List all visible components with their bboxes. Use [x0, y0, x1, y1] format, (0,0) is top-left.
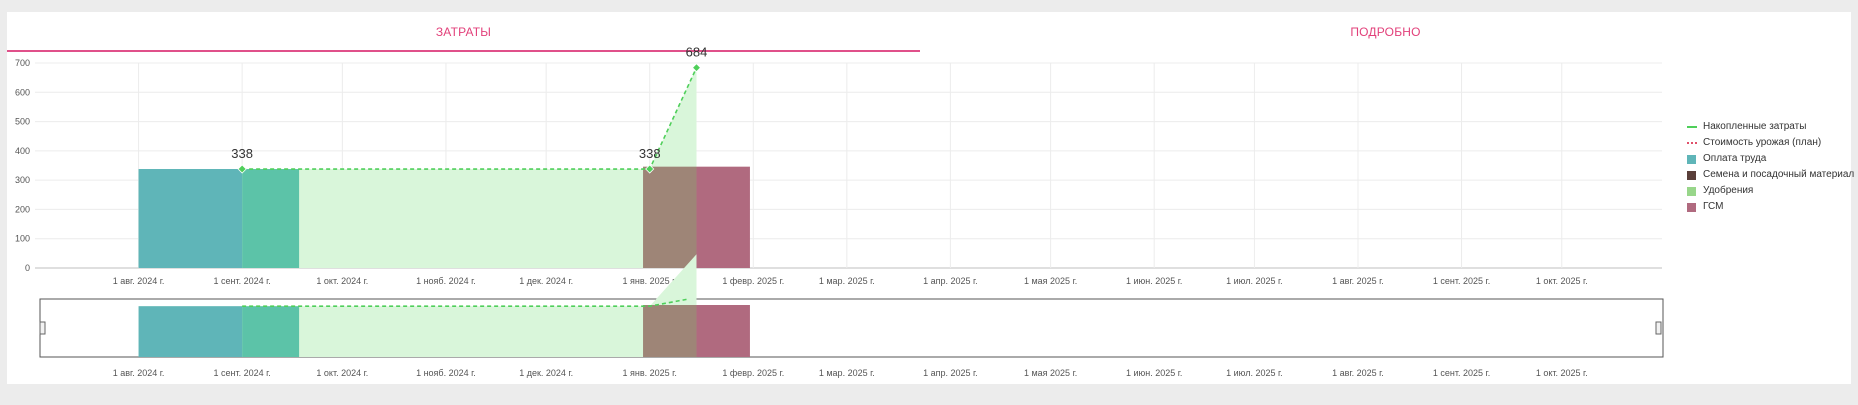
data-label: 338 [231, 146, 253, 161]
x-tick-label: 1 окт. 2025 г. [1536, 276, 1588, 286]
bar-labor-overlay [242, 169, 300, 268]
navigator-tick-label: 1 окт. 2024 г. [316, 368, 368, 378]
bar-seeds-overlay [643, 166, 697, 268]
navigator-right-handle[interactable] [1655, 321, 1662, 335]
y-tick-label: 700 [15, 58, 30, 68]
bar-fuel [696, 166, 750, 268]
navigator-left-handle[interactable] [39, 321, 46, 335]
navigator-tick-label: 1 нояб. 2024 г. [416, 368, 476, 378]
chart-panel: ЗАТРАТЫ ПОДРОБНО 0 100 200 300 400 500 600 700 1… [7, 12, 1854, 384]
y-tick-label: 100 [15, 234, 30, 244]
legend-label: Стоимость урожая (план) [1703, 137, 1822, 148]
legend-label: Накопленные затраты [1703, 121, 1807, 132]
y-tick-label: 500 [15, 117, 30, 127]
navigator-tick-label: 1 февр. 2025 г. [722, 368, 784, 378]
x-tick-label: 1 февр. 2025 г. [722, 276, 784, 286]
x-tick-label: 1 окт. 2024 г. [316, 276, 368, 286]
legend-swatch [1687, 187, 1696, 196]
legend-dotted-swatch [1687, 142, 1697, 144]
x-tick-label: 1 апр. 2025 г. [923, 276, 978, 286]
x-tick-label: 1 сент. 2024 г. [213, 276, 270, 286]
navigator-bar-labor [138, 306, 243, 357]
costs-chart: 0 100 200 300 400 500 600 700 1 авг. 2024 г. 1 ав… [15, 45, 1664, 378]
legend-item-fuel[interactable]: ГСМ [1687, 199, 1854, 215]
legend-item-cumulative[interactable]: Накопленные затраты [1687, 119, 1854, 135]
legend-swatch [1687, 171, 1696, 180]
navigator-tick-label: 1 июл. 2025 г. [1226, 368, 1283, 378]
navigator-tick-label: 1 дек. 2024 г. [519, 368, 573, 378]
navigator-tick-label: 1 сент. 2024 г. [213, 368, 270, 378]
y-tick-label: 400 [15, 146, 30, 156]
navigator-bar-labor-overlay [242, 306, 300, 357]
x-tick-label: 1 нояб. 2024 г. [416, 276, 476, 286]
navigator-tick-label: 1 мар. 2025 г. [819, 368, 875, 378]
legend-item-seeds[interactable]: Семена и посадочный материал [1687, 167, 1854, 183]
legend-label: Семена и посадочный материал [1703, 169, 1855, 180]
y-tick-label: 600 [15, 87, 30, 97]
x-tick-label: 1 авг. 2025 г. [1332, 276, 1384, 286]
x-tick-label: 1 янв. 2025 г. [623, 276, 677, 286]
legend-item-fertilizer[interactable]: Удобрения [1687, 183, 1854, 199]
bar-labor [138, 169, 243, 268]
legend-label: Оплата труда [1703, 153, 1767, 164]
legend-item-labor[interactable]: Оплата труда [1687, 151, 1854, 167]
navigator-line [242, 298, 689, 308]
y-tick-label: 200 [15, 204, 30, 214]
legend-line-swatch [1687, 126, 1697, 128]
navigator-tick-label: 1 авг. 2024 г. [113, 368, 165, 378]
navigator-tick-label: 1 янв. 2025 г. [623, 368, 677, 378]
cumulative-line [242, 67, 698, 170]
legend-swatch [1687, 203, 1696, 212]
cumulative-point [691, 63, 702, 73]
navigator-tick-label: 1 сент. 2025 г. [1433, 368, 1490, 378]
legend-label: ГСМ [1703, 201, 1724, 212]
chart-legend: Накопленные затраты Стоимость урожая (пл… [1687, 119, 1854, 215]
legend-swatch [1687, 155, 1696, 164]
x-tick-label: 1 дек. 2024 г. [519, 276, 573, 286]
x-tick-label: 1 мая 2025 г. [1024, 276, 1077, 286]
navigator-tick-label: 1 окт. 2025 г. [1536, 368, 1588, 378]
x-tick-label: 1 июл. 2025 г. [1226, 276, 1283, 286]
navigator-tick-label: 1 июн. 2025 г. [1126, 368, 1182, 378]
navigator-tick-label: 1 авг. 2025 г. [1332, 368, 1384, 378]
navigator-tick-label: 1 апр. 2025 г. [923, 368, 978, 378]
x-tick-label: 1 июн. 2025 г. [1126, 276, 1182, 286]
x-tick-label: 1 сент. 2025 г. [1433, 276, 1490, 286]
x-tick-label: 1 мар. 2025 г. [819, 276, 875, 286]
x-tick-label: 1 авг. 2024 г. [113, 276, 165, 286]
data-label: 338 [639, 146, 661, 161]
navigator-bar-seeds-overlay [643, 305, 697, 357]
y-tick-label: 0 [25, 263, 30, 273]
navigator-tick-label: 1 мая 2025 г. [1024, 368, 1077, 378]
y-tick-label: 300 [15, 175, 30, 185]
navigator-bar-fuel [696, 305, 750, 357]
data-label: 684 [686, 45, 708, 60]
legend-label: Удобрения [1703, 185, 1754, 196]
legend-item-harvest-plan[interactable]: Стоимость урожая (план) [1687, 135, 1854, 151]
